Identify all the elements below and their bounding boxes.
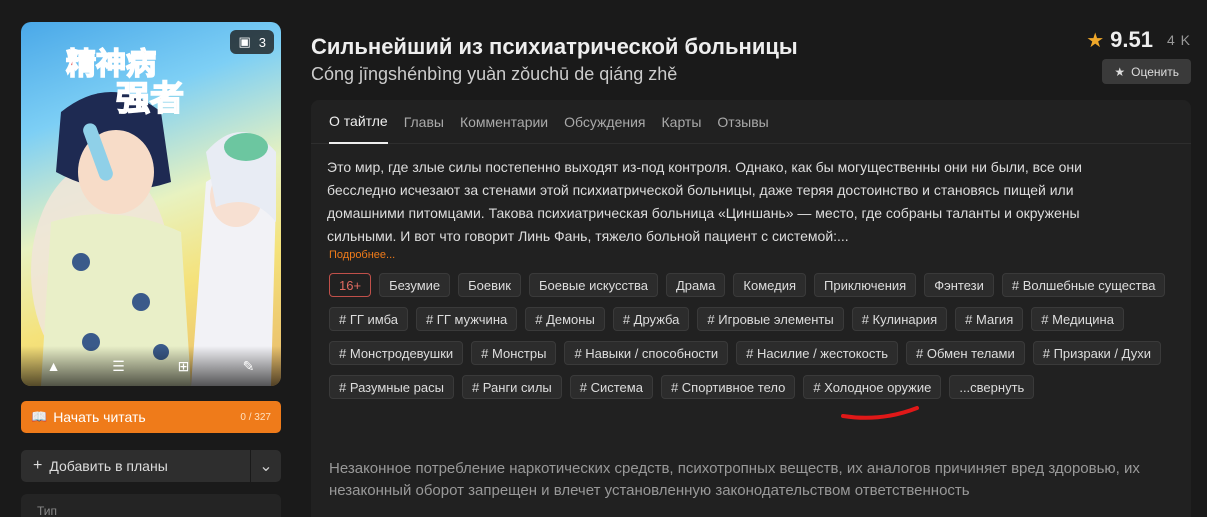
tag-chip[interactable]: # Кулинария <box>851 307 948 331</box>
tag-chip[interactable]: # Призраки / Духи <box>1032 341 1161 365</box>
genre-tag[interactable]: Фэнтези <box>924 273 994 297</box>
tab-about[interactable]: О тайтле <box>329 100 388 144</box>
cover-image[interactable]: 精神病 强者 ▣ 3 ▲ ☰ ⊞ ✎ <box>21 22 281 386</box>
tab-reviews[interactable]: Отзывы <box>717 100 768 144</box>
tab-bar: О тайтле Главы Комментарии Обсуждения Ка… <box>311 100 1191 144</box>
genre-tag[interactable]: Комедия <box>733 273 806 297</box>
start-reading-button[interactable]: 📖 Начать читать 0 / 327 <box>21 401 281 433</box>
genre-tag[interactable]: Приключения <box>814 273 917 297</box>
red-underline-annotation <box>841 406 919 420</box>
genre-tag[interactable]: Безумие <box>379 273 451 297</box>
info-box: Тип <box>21 494 281 517</box>
star-icon: ★ <box>1086 29 1105 52</box>
rating-votes: 4 K <box>1166 32 1191 48</box>
tab-comments[interactable]: Комментарии <box>460 100 548 144</box>
add-to-plans-group: + Добавить в планы ⌄ <box>21 450 281 482</box>
genre-tag[interactable]: Драма <box>665 273 726 297</box>
tag-list: 16+ Безумие Боевик Боевые искусства Драма Ко… <box>311 261 1171 399</box>
tag-chip[interactable]: # Волшебные существа <box>1001 273 1166 297</box>
add-to-plans-button[interactable]: + Добавить в планы <box>21 450 251 482</box>
svg-text:精神病: 精神病 <box>66 47 156 82</box>
tag-chip[interactable]: # Насилие / жестокость <box>736 341 899 365</box>
gallery-count: 3 <box>258 34 266 50</box>
age-rating-badge: 16+ <box>329 273 372 297</box>
chapter-progress: 0 / 327 <box>240 411 271 423</box>
tag-chip[interactable]: # Холодное оружие <box>803 375 942 399</box>
cover-art: 精神病 强者 <box>31 46 276 386</box>
tag-chip[interactable]: # Спортивное тело <box>660 375 796 399</box>
tag-chip[interactable]: # Разумные расы <box>329 375 454 399</box>
collapse-tags-button[interactable]: ...свернуть <box>949 375 1035 399</box>
plus-icon: + <box>33 457 43 474</box>
genre-tag[interactable]: Боевые искусства <box>529 273 658 297</box>
tag-chip[interactable]: # Навыки / способности <box>564 341 729 365</box>
image-icon: ▣ <box>238 34 251 49</box>
gallery-badge[interactable]: ▣ 3 <box>230 30 274 54</box>
book-icon: 📖 <box>31 409 48 424</box>
rate-button[interactable]: ★ Оценить <box>1102 59 1191 84</box>
add-to-plans-label: Добавить в планы <box>49 458 168 474</box>
plans-dropdown-toggle[interactable]: ⌄ <box>251 450 281 482</box>
start-reading-label: Начать читать <box>53 409 146 425</box>
tag-chip[interactable]: # ГГ имба <box>329 307 408 331</box>
warning-icon[interactable]: ▲ <box>44 358 64 374</box>
plus-square-icon[interactable]: ⊞ <box>174 358 194 375</box>
details-panel: О тайтле Главы Комментарии Обсуждения Ка… <box>311 100 1191 517</box>
page-title: Сильнейший из психиатрической больницы <box>311 34 798 59</box>
tag-chip[interactable]: # Игровые элементы <box>697 307 844 331</box>
page-subtitle: Cóng jīngshénbìng yuàn zǒuchū de qiáng z… <box>311 64 678 84</box>
rating: ★ 9.51 4 K <box>1086 27 1191 53</box>
tag-chip[interactable]: # Дружба <box>612 307 690 331</box>
info-type-label: Тип <box>37 504 58 517</box>
tab-cards[interactable]: Карты <box>662 100 702 144</box>
read-more-link[interactable]: Подробнее... <box>311 249 1191 261</box>
list-icon[interactable]: ☰ <box>109 358 129 375</box>
tab-chapters[interactable]: Главы <box>404 100 444 144</box>
tag-chip[interactable]: # ГГ мужчина <box>415 307 518 331</box>
star-icon: ★ <box>1114 64 1126 79</box>
tag-chip[interactable]: # Медицина <box>1031 307 1124 331</box>
rating-score: 9.51 <box>1110 27 1153 52</box>
legal-disclaimer: Незаконное потребление наркотических сре… <box>329 460 1140 499</box>
tab-discussions[interactable]: Обсуждения <box>564 100 645 144</box>
chevron-down-icon: ⌄ <box>259 458 273 475</box>
tag-chip[interactable]: # Магия <box>955 307 1024 331</box>
cover-actions: ▲ ☰ ⊞ ✎ <box>21 346 281 386</box>
tag-chip[interactable]: # Ранги силы <box>461 375 562 399</box>
tag-chip[interactable]: # Монстродевушки <box>329 341 464 365</box>
tag-chip[interactable]: # Монстры <box>471 341 557 365</box>
tag-chip[interactable]: # Демоны <box>525 307 605 331</box>
genre-tag[interactable]: Боевик <box>458 273 521 297</box>
rate-label: Оценить <box>1131 64 1179 79</box>
svg-text:强者: 强者 <box>116 79 184 119</box>
edit-icon[interactable]: ✎ <box>239 358 259 375</box>
title-area: Сильнейший из психиатрической больницы C… <box>311 34 798 85</box>
description-text: Это мир, где злые силы постепенно выходя… <box>327 159 1082 244</box>
tag-chip[interactable]: # Обмен телами <box>906 341 1025 365</box>
left-column: 精神病 强者 ▣ 3 ▲ ☰ ⊞ ✎ 📖 Начать читать 0 / 3… <box>21 22 281 517</box>
tag-chip[interactable]: # Система <box>569 375 653 399</box>
